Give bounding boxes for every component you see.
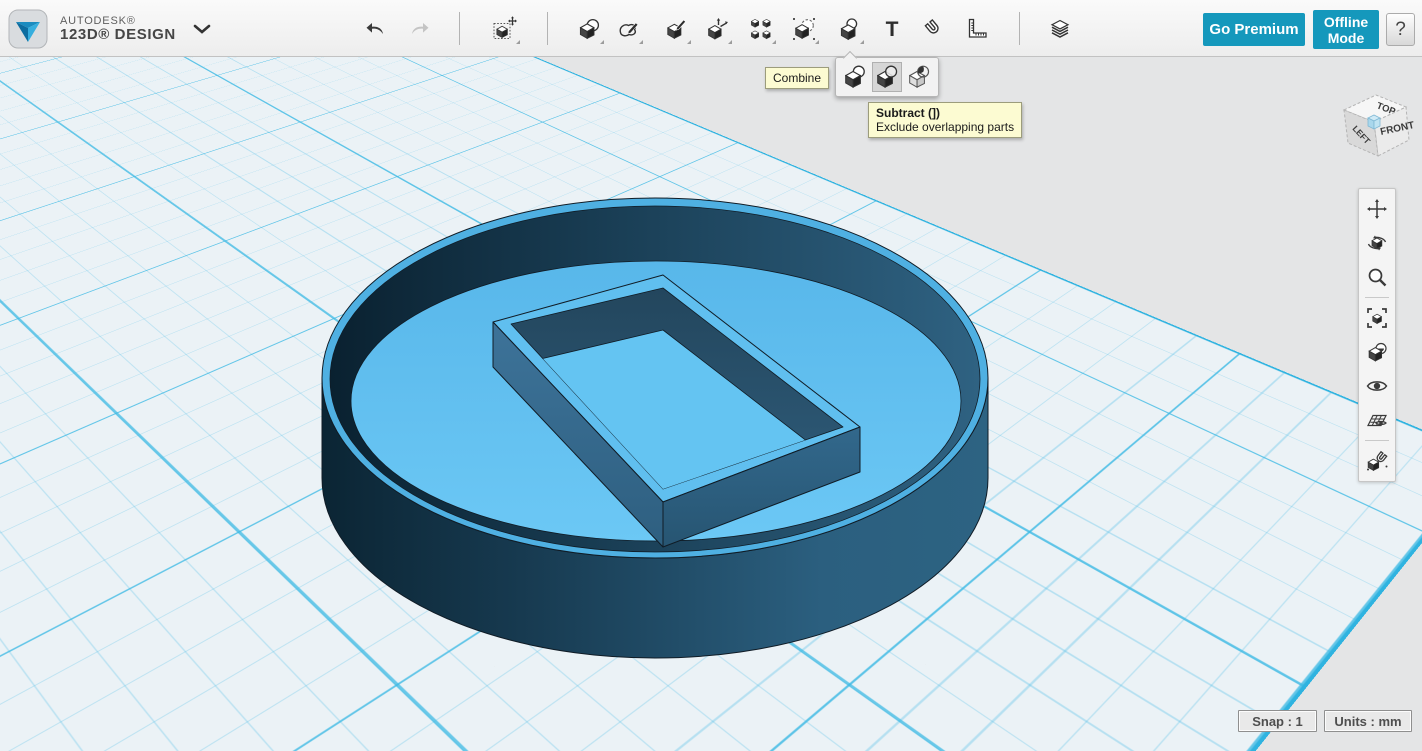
undo-button[interactable] bbox=[357, 11, 393, 47]
redo-icon bbox=[412, 23, 429, 34]
flyout-corner-indicator bbox=[815, 40, 819, 44]
units-setting-button[interactable]: Units : mm bbox=[1324, 710, 1412, 732]
merge-icon bbox=[845, 65, 865, 88]
text-tool-button[interactable]: T bbox=[874, 11, 910, 47]
pattern-icon bbox=[751, 19, 771, 39]
grid-eye-icon bbox=[1367, 414, 1387, 427]
app-window: AUTODESK® 123D® DESIGN T Go Premium Offl… bbox=[0, 0, 1422, 751]
brand-autodesk-label: AUTODESK® bbox=[60, 14, 136, 27]
fit-view-button[interactable] bbox=[1359, 301, 1395, 335]
orbit-icon bbox=[1367, 235, 1387, 251]
flyout-corner-indicator bbox=[639, 40, 643, 44]
flyout-corner-indicator bbox=[687, 40, 691, 44]
ruler-icon bbox=[968, 18, 987, 38]
construct-icon bbox=[667, 19, 687, 39]
subtract-tooltip-desc: Exclude overlapping parts bbox=[876, 120, 1015, 134]
3d-print-layers-icon bbox=[1050, 19, 1070, 38]
flyout-corner-indicator bbox=[860, 40, 864, 44]
fit-view-icon bbox=[1367, 308, 1387, 328]
chevron-down-icon bbox=[193, 24, 211, 34]
offline-mode-line2: Mode bbox=[1327, 29, 1365, 46]
redo-button[interactable] bbox=[402, 11, 438, 47]
grid-visibility-button[interactable] bbox=[1359, 403, 1395, 437]
combine-icon bbox=[840, 18, 858, 40]
app-logo-icon bbox=[8, 9, 48, 49]
grouping-button[interactable] bbox=[786, 11, 822, 47]
eye-icon bbox=[1366, 381, 1388, 391]
toolbar-separator bbox=[1019, 12, 1020, 45]
view-cube[interactable]: TOP FRONT LEFT bbox=[1330, 82, 1415, 160]
toolbar-separator bbox=[547, 12, 548, 45]
go-premium-button[interactable]: Go Premium bbox=[1203, 13, 1305, 46]
magnet-icon bbox=[924, 18, 939, 34]
offline-mode-line1: Offline bbox=[1323, 13, 1369, 30]
zoom-button[interactable] bbox=[1359, 260, 1395, 294]
sketch-button[interactable] bbox=[610, 11, 646, 47]
magnifier-icon bbox=[1368, 268, 1387, 287]
combine-subtract-button[interactable] bbox=[872, 62, 902, 92]
grouping-icon bbox=[793, 18, 815, 40]
brand-123d-design-label: 123D® DESIGN bbox=[60, 25, 176, 43]
snap-button[interactable] bbox=[916, 11, 952, 47]
view-cube-corner-highlight[interactable] bbox=[1367, 114, 1381, 130]
combine-tooltip: Combine bbox=[765, 67, 830, 89]
material-button[interactable] bbox=[1359, 335, 1395, 369]
transform-move-button[interactable] bbox=[487, 11, 523, 47]
subtract-tooltip: Subtract (]) Exclude overlapping parts bbox=[868, 102, 1023, 138]
top-toolbar: AUTODESK® 123D® DESIGN T Go Premium Offl… bbox=[0, 0, 1422, 57]
snap-toggle-button[interactable] bbox=[1359, 444, 1395, 478]
flyout-corner-indicator bbox=[600, 40, 604, 44]
pan-icon bbox=[1367, 199, 1387, 219]
3d-print-button[interactable] bbox=[1042, 11, 1078, 47]
toolbar-separator bbox=[459, 12, 460, 45]
pattern-button[interactable] bbox=[743, 11, 779, 47]
intersect-icon bbox=[909, 65, 930, 88]
workplane-grid bbox=[0, 57, 1422, 459]
pan-button[interactable] bbox=[1359, 192, 1395, 226]
primitives-icon bbox=[579, 18, 600, 39]
undo-icon bbox=[366, 23, 383, 34]
modify-icon bbox=[708, 18, 728, 40]
combine-button[interactable] bbox=[831, 11, 867, 47]
primitives-button[interactable] bbox=[571, 11, 607, 47]
material-icon bbox=[1368, 342, 1387, 362]
sketch-icon bbox=[619, 22, 639, 37]
help-button[interactable]: ? bbox=[1386, 13, 1415, 46]
subtract-icon bbox=[877, 65, 898, 88]
app-brand: AUTODESK® 123D® DESIGN bbox=[8, 8, 176, 50]
construct-button[interactable] bbox=[658, 11, 694, 47]
combine-intersect-button[interactable] bbox=[904, 62, 934, 92]
rail-divider bbox=[1365, 440, 1389, 441]
main-menu-chevron-button[interactable] bbox=[188, 20, 216, 40]
flyout-corner-indicator bbox=[516, 40, 520, 44]
combine-merge-button[interactable] bbox=[840, 62, 870, 92]
snap-magnet-icon bbox=[1367, 450, 1388, 471]
navigation-rail bbox=[1358, 188, 1396, 482]
measure-button[interactable] bbox=[958, 11, 994, 47]
flyout-corner-indicator bbox=[728, 40, 732, 44]
transform-move-icon bbox=[493, 16, 517, 39]
subtract-tooltip-title: Subtract (]) bbox=[876, 106, 940, 120]
snap-setting-button[interactable]: Snap : 1 bbox=[1238, 710, 1317, 732]
rail-divider bbox=[1365, 297, 1389, 298]
offline-mode-button[interactable]: Offline Mode bbox=[1313, 10, 1379, 49]
flyout-corner-indicator bbox=[772, 40, 776, 44]
combine-flyout-menu bbox=[835, 57, 939, 97]
viewport-canvas[interactable]: 125 200 TOP FRONT LEFT Snap: 1 Units: … bbox=[0, 57, 1422, 751]
show-hide-button[interactable] bbox=[1359, 369, 1395, 403]
modify-button[interactable] bbox=[699, 11, 735, 47]
text-tool-icon: T bbox=[885, 17, 899, 41]
orbit-button[interactable] bbox=[1359, 226, 1395, 260]
